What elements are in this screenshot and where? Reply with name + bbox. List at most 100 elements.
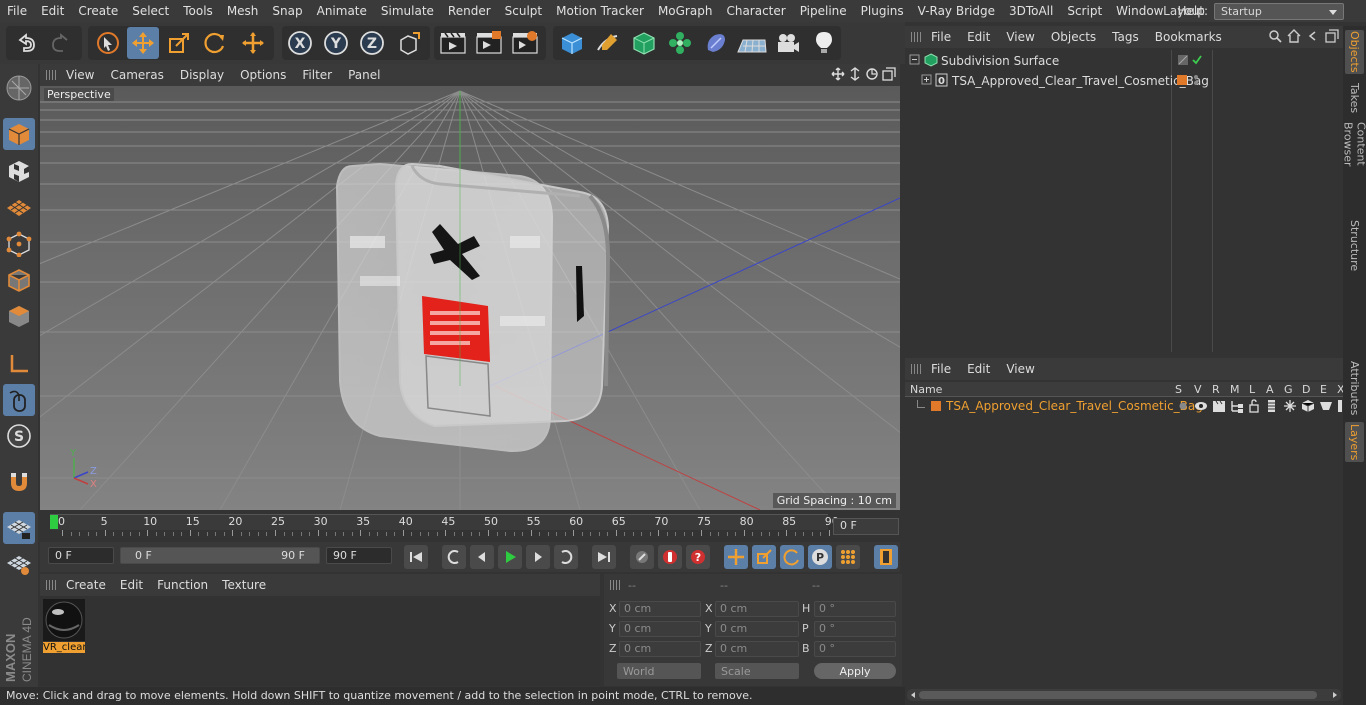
material-menu-edit[interactable]: Edit [113,578,150,592]
viewport-menu-display[interactable]: Display [172,68,232,82]
layer-col-a[interactable]: A [1266,383,1274,396]
horizontal-scrollbar[interactable] [907,689,1341,701]
layer-col-name[interactable]: Name [910,383,942,396]
object-row-subdivision[interactable]: Subdivision Surface [905,51,1343,70]
size-z-field[interactable]: 0 cm [715,641,799,657]
menu-animate[interactable]: Animate [310,4,374,18]
y-axis-lock-icon[interactable]: Y [320,27,352,59]
new-window-icon[interactable] [1325,29,1339,43]
layers-menu-edit[interactable]: Edit [959,362,998,376]
autokey-icon[interactable]: ? [686,545,710,569]
next-frame-icon[interactable] [526,545,550,569]
toggle-view-icon[interactable] [882,67,896,81]
make-editable-icon[interactable] [3,72,35,104]
zoom-view-icon[interactable] [848,67,862,81]
viewport-menu-view[interactable]: View [58,68,102,82]
edges-mode-icon[interactable] [3,264,35,296]
move-tool-icon[interactable] [127,27,159,59]
model-mode-icon[interactable] [3,118,35,150]
layer-toggle-icon[interactable] [1177,54,1189,66]
search-icon[interactable] [1268,29,1282,43]
rotate-tool-icon[interactable] [199,27,231,59]
menu-3dtoall[interactable]: 3DToAll [1002,4,1060,18]
camera-label[interactable]: Perspective [44,88,114,101]
key-position-icon[interactable] [724,545,748,569]
key-pla-icon[interactable] [836,545,860,569]
lock-icon[interactable] [1248,399,1260,413]
layer-col-v[interactable]: V [1194,383,1202,396]
layers-menu-view[interactable]: View [998,362,1042,376]
material-menu-texture[interactable]: Texture [215,578,273,592]
material-menu-create[interactable]: Create [59,578,113,592]
snap-icon[interactable]: S [3,420,35,452]
x-axis-lock-icon[interactable]: X [284,27,316,59]
points-mode-icon[interactable] [3,228,35,260]
layers-menu-file[interactable]: File [923,362,959,376]
layer-col-r[interactable]: R [1212,383,1220,396]
tab-objects[interactable]: Objects [1345,30,1364,74]
eye-icon[interactable] [1194,400,1208,412]
layer-col-l[interactable]: L [1249,383,1255,396]
pan-view-icon[interactable] [831,67,845,81]
layer-color-swatch[interactable] [931,401,941,411]
visibility-dots-icon[interactable] [1192,73,1200,87]
object-row-bag[interactable]: 0 TSA_Approved_Clear_Travel_Cosmetic_Bag [905,71,1343,90]
timeline-ruler[interactable]: 0 5 10 15 20 25 30 35 40 45 50 55 60 65 70 75 80 85 90 [40,512,900,542]
start-frame-field[interactable]: 0 F [48,547,114,564]
size-mode-dropdown[interactable]: Scale [715,663,799,679]
camera-icon[interactable] [772,27,804,59]
coordinate-system-icon[interactable] [393,27,425,59]
next-key-icon[interactable] [554,545,578,569]
menu-select[interactable]: Select [125,4,176,18]
material-name-label[interactable]: VR_clear [43,642,85,653]
rotation-b-field[interactable]: 0 ° [814,641,896,657]
cloner-icon[interactable] [664,27,696,59]
z-axis-lock-icon[interactable]: Z [356,27,388,59]
menu-motion-tracker[interactable]: Motion Tracker [549,4,651,18]
pen-spline-icon[interactable] [592,27,624,59]
scroll-thumb[interactable] [919,691,1317,699]
size-y-field[interactable]: 0 cm [715,621,799,637]
menu-create[interactable]: Create [71,4,125,18]
play-icon[interactable] [498,545,522,569]
cube-object-icon[interactable] [556,27,588,59]
locked-workplane-icon[interactable] [3,512,35,544]
subdivision-surface-icon[interactable] [628,27,660,59]
position-z-field[interactable]: 0 cm [619,641,701,657]
expand-icon[interactable] [921,74,933,86]
magnet-icon[interactable] [3,466,35,498]
workplane-mode-icon[interactable] [3,191,35,223]
coord-system-dropdown[interactable]: World [617,663,701,679]
layer-color-swatch[interactable] [1177,75,1187,85]
render-view-icon[interactable] [437,27,469,59]
menu-character[interactable]: Character [719,4,792,18]
key-scale-icon[interactable] [752,545,776,569]
rotation-p-field[interactable]: 0 ° [814,621,896,637]
axis-mode-icon[interactable] [3,348,35,380]
key-rotation-icon[interactable] [780,545,804,569]
menu-sculpt[interactable]: Sculpt [498,4,549,18]
menu-snap[interactable]: Snap [265,4,309,18]
menu-plugins[interactable]: Plugins [854,4,911,18]
expressions-icon[interactable] [1319,400,1333,412]
layer-col-m[interactable]: M [1230,383,1240,396]
layer-row[interactable]: TSA_Approved_Clear_Travel_Cosmetic_Bag [905,398,1343,415]
menu-mograph[interactable]: MoGraph [651,4,720,18]
recent-tool-icon[interactable] [237,27,269,59]
collapse-icon[interactable] [909,54,921,66]
generators-icon[interactable] [1283,399,1297,413]
render-clapper-icon[interactable] [1212,399,1226,413]
undo-icon[interactable] [10,27,42,59]
live-select-icon[interactable] [92,27,124,59]
viewport-menu-options[interactable]: Options [232,68,294,82]
viewport-menu-filter[interactable]: Filter [294,68,340,82]
floor-environment-icon[interactable] [736,27,768,59]
redo-icon[interactable] [45,27,77,59]
object-name-bag[interactable]: TSA_Approved_Clear_Travel_Cosmetic_Bag [952,74,1209,88]
menu-render[interactable]: Render [441,4,498,18]
light-icon[interactable] [808,27,840,59]
object-name-subdivision[interactable]: Subdivision Surface [941,54,1059,68]
go-to-start-icon[interactable] [404,545,428,569]
prev-key-icon[interactable] [442,545,466,569]
texture-mode-icon[interactable] [3,155,35,187]
